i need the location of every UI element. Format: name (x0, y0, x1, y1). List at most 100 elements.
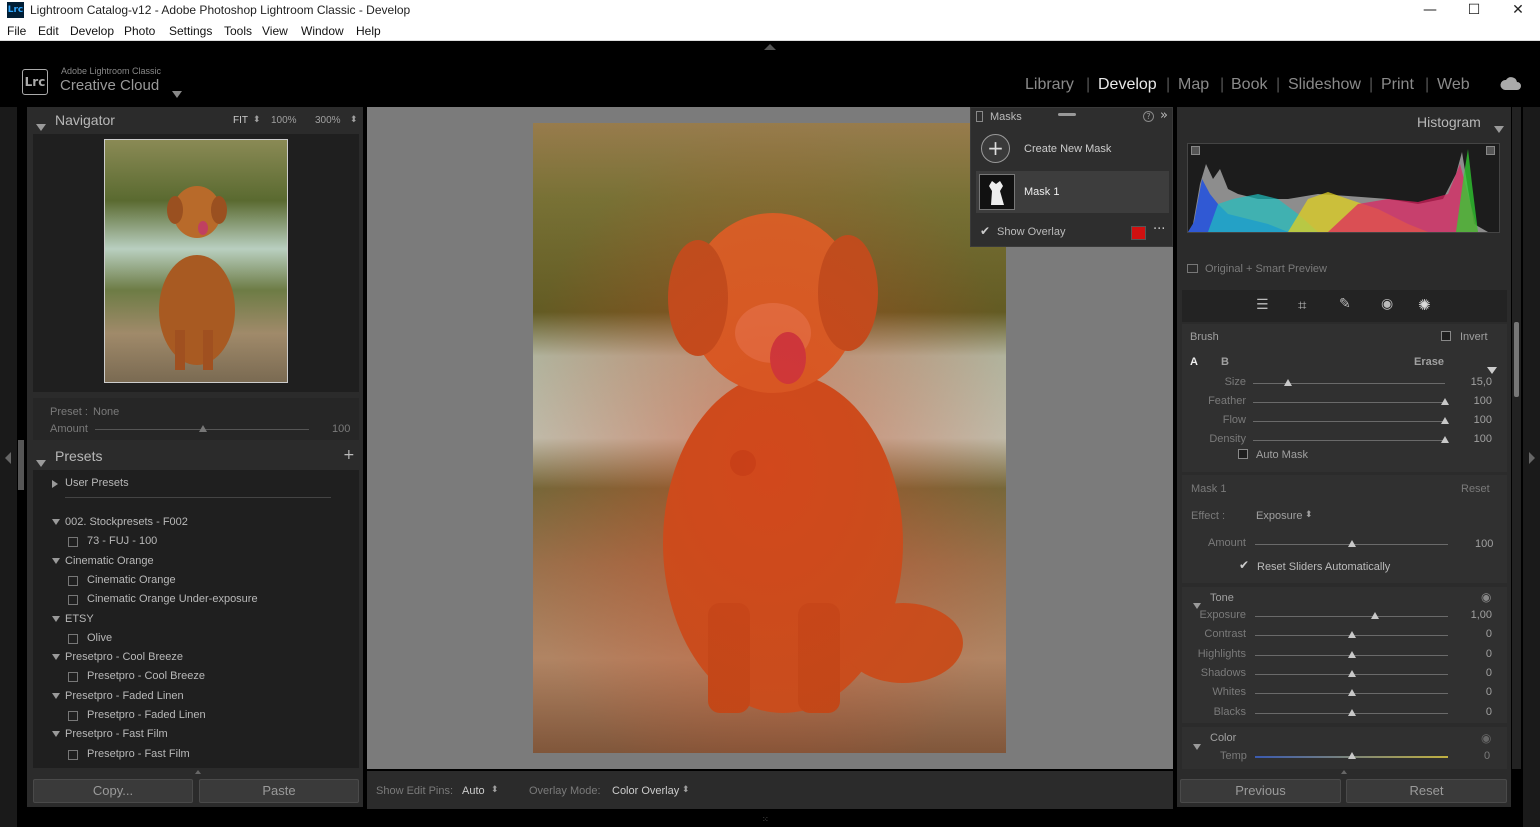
slider-track[interactable] (1255, 616, 1448, 617)
maximize-button[interactable]: ☐ (1452, 0, 1496, 22)
presets-toggle-icon[interactable] (36, 452, 46, 471)
mask-amount-knob[interactable] (1347, 540, 1356, 547)
left-scroll-handle[interactable] (18, 440, 24, 490)
preset-group[interactable]: Cinematic Orange (33, 552, 359, 571)
menu-settings[interactable]: Settings (169, 24, 212, 38)
previous-button[interactable]: Previous (1180, 779, 1341, 803)
red-eye-icon[interactable]: ◉ (1381, 296, 1393, 312)
brush-tab-a[interactable]: A (1190, 356, 1198, 368)
module-print[interactable]: Print (1381, 76, 1414, 94)
preset-group[interactable]: Presetpro - Faded Linen (33, 687, 359, 706)
preset-group[interactable]: Presetpro - Fast Film (33, 725, 359, 744)
masks-drag-handle[interactable] (1058, 113, 1076, 116)
slider-knob[interactable] (1347, 631, 1356, 639)
preset-group[interactable]: Presetpro - Hollywood (33, 764, 359, 768)
highlight-clipping-icon[interactable] (1486, 146, 1495, 155)
preset-group[interactable]: ETSY (33, 610, 359, 629)
navigator-toggle-icon[interactable] (36, 116, 46, 135)
overlay-mode-select[interactable]: Color Overlay (612, 785, 679, 797)
slider-track[interactable] (1253, 421, 1445, 422)
slider-track[interactable] (1253, 440, 1445, 441)
zoom-300[interactable]: 300% (315, 115, 341, 126)
identity-dropdown-icon[interactable] (172, 83, 182, 102)
menu-develop[interactable]: Develop (70, 24, 114, 38)
menu-tools[interactable]: Tools (224, 24, 252, 38)
filmstrip-toggle-icon[interactable]: ⁙ (762, 815, 769, 824)
module-develop[interactable]: Develop (1098, 76, 1157, 94)
menu-window[interactable]: Window (301, 24, 344, 38)
color-toggle-icon[interactable] (1193, 735, 1201, 754)
preset-item[interactable]: Presetpro - Faded Linen (33, 706, 359, 725)
more-options-icon[interactable]: ··· (1153, 222, 1165, 237)
preset-item[interactable]: Presetpro - Fast Film (33, 745, 359, 764)
module-library[interactable]: Library (1025, 76, 1074, 94)
preset-item[interactable]: Presetpro - Cool Breeze (33, 667, 359, 686)
slider-knob[interactable] (1347, 650, 1356, 658)
slider-knob[interactable] (1370, 612, 1379, 619)
reset-button[interactable]: Reset (1346, 779, 1507, 803)
menu-view[interactable]: View (262, 24, 288, 38)
masking-icon[interactable]: ✺ (1418, 296, 1431, 314)
preset-group[interactable]: User Presets (33, 474, 359, 493)
navigator-thumbnail[interactable] (104, 139, 288, 383)
menu-photo[interactable]: Photo (124, 24, 155, 38)
invert-checkbox[interactable] (1441, 331, 1451, 341)
slider-knob[interactable] (1347, 669, 1356, 677)
slider-knob[interactable] (1347, 708, 1356, 716)
slider-knob[interactable] (1441, 436, 1449, 443)
preset-group[interactable]: 002. Stockpresets - F002 (33, 513, 359, 532)
menu-help[interactable]: Help (356, 24, 381, 38)
masks-collapse-icon[interactable]: » (1160, 108, 1168, 123)
collapse-right-icon[interactable] (1529, 452, 1535, 464)
effect-arrows-icon[interactable]: ⬍ (1305, 509, 1313, 520)
paste-button[interactable]: Paste (199, 779, 359, 803)
slider-knob[interactable] (1347, 689, 1356, 697)
main-photo[interactable] (533, 123, 1006, 753)
collapse-top-icon[interactable] (764, 44, 776, 50)
edit-sliders-icon[interactable]: ☰ (1256, 297, 1269, 313)
overlay-mode-arrows-icon[interactable]: ⬍ (682, 784, 690, 795)
right-scrollbar-thumb[interactable] (1514, 322, 1519, 397)
preset-item[interactable]: Cinematic Orange Under-exposure (33, 590, 359, 609)
brush-tab-b[interactable]: B (1221, 356, 1229, 368)
preset-item[interactable]: Olive (33, 629, 359, 648)
histogram-toggle-icon[interactable] (1494, 118, 1504, 137)
shadow-clipping-icon[interactable] (1191, 146, 1200, 155)
temp-knob[interactable] (1347, 752, 1356, 759)
preset-item[interactable]: 73 - FUJ - 100 (33, 532, 359, 551)
module-web[interactable]: Web (1437, 76, 1470, 94)
right-resize-grip-icon[interactable] (1341, 770, 1347, 774)
crop-icon[interactable]: ⌗ (1298, 296, 1306, 314)
menu-edit[interactable]: Edit (38, 24, 59, 38)
minimize-button[interactable]: — (1408, 0, 1452, 22)
brush-tab-erase[interactable]: Erase (1414, 356, 1444, 368)
preset-item[interactable]: Cinematic Orange (33, 571, 359, 590)
module-slideshow[interactable]: Slideshow (1288, 76, 1361, 94)
preset-amount-knob[interactable] (199, 425, 207, 432)
menu-file[interactable]: File (7, 24, 26, 38)
add-preset-icon[interactable]: + (343, 447, 355, 463)
healing-icon[interactable]: ✎ (1339, 296, 1351, 312)
close-button[interactable]: ✕ (1496, 0, 1540, 22)
copy-button[interactable]: Copy... (33, 779, 193, 803)
zoom-fit[interactable]: FIT (233, 115, 248, 126)
collapse-left-icon[interactable] (5, 452, 11, 464)
edit-pins-select[interactable]: Auto (462, 785, 485, 797)
histogram-graph[interactable] (1187, 143, 1500, 233)
edit-pins-arrows-icon[interactable]: ⬍ (491, 784, 499, 795)
create-new-mask-button[interactable]: Create New Mask (1024, 143, 1111, 155)
slider-knob[interactable] (1441, 398, 1449, 405)
right-scrollbar[interactable] (1512, 107, 1521, 769)
slider-knob[interactable] (1441, 417, 1449, 424)
zoom-arrows-icon[interactable]: ⬍ (350, 114, 358, 125)
cloud-sync-icon[interactable] (1499, 75, 1523, 97)
resize-grip-icon[interactable] (195, 770, 201, 774)
module-book[interactable]: Book (1231, 76, 1267, 94)
overlay-color-swatch[interactable] (1131, 226, 1146, 240)
mask-reset-button[interactable]: Reset (1461, 483, 1490, 495)
slider-track[interactable] (1253, 383, 1445, 384)
tone-visibility-icon[interactable]: ◉ (1481, 590, 1491, 604)
effect-select[interactable]: Exposure (1256, 510, 1302, 522)
preset-group[interactable]: Presetpro - Cool Breeze (33, 648, 359, 667)
create-mask-icon[interactable]: + (981, 134, 1010, 163)
